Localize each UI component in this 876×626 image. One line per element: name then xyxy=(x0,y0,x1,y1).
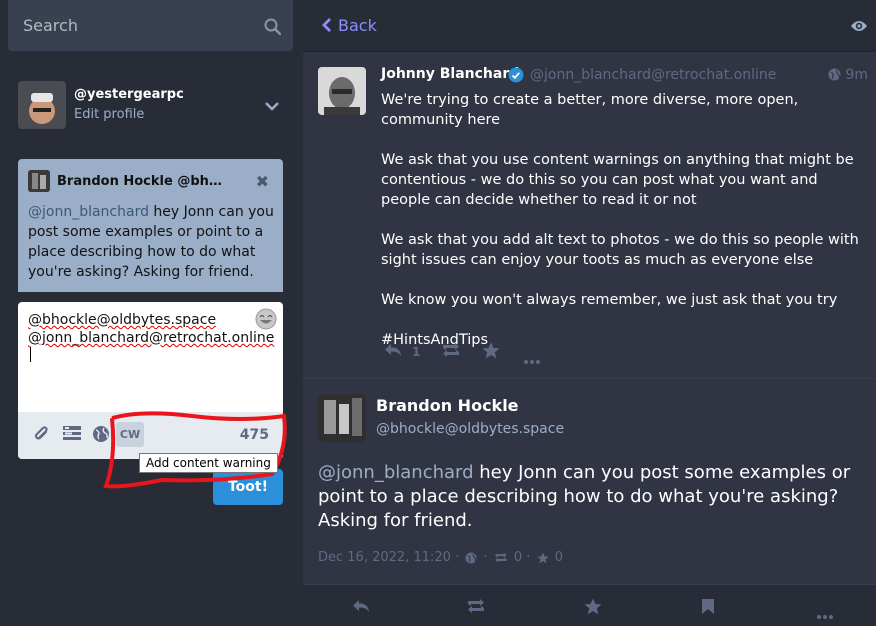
boost-icon[interactable] xyxy=(466,598,486,618)
boost-count: 0 xyxy=(513,550,523,565)
status-paragraph: We know you won't always remember, we ju… xyxy=(381,292,838,308)
avatar xyxy=(28,170,50,192)
back-label: Back xyxy=(338,16,377,35)
more-icon[interactable] xyxy=(817,604,833,623)
star-icon[interactable] xyxy=(584,598,602,619)
eye-icon[interactable] xyxy=(850,18,868,37)
status-meta: Dec 16, 2022, 11:20 · · 0 · 0 xyxy=(318,550,563,565)
boost-icon xyxy=(495,552,507,563)
status-card[interactable]: Johnny Blanchard @jonn_blanchard@retroch… xyxy=(303,52,876,379)
avatar[interactable] xyxy=(318,394,366,442)
reply-indicator: Brandon Hockle @bhockle… ✖ @jonn_blancha… xyxy=(18,159,283,292)
detailed-status: Brandon Hockle @bhockle@oldbytes.space @… xyxy=(303,379,876,584)
more-icon[interactable] xyxy=(524,349,540,368)
edit-profile-link[interactable]: Edit profile xyxy=(74,107,144,122)
emoji-picker-icon[interactable] xyxy=(255,308,277,334)
status-paragraph: We ask that you use content warnings on … xyxy=(381,152,854,208)
status-paragraph: We ask that you add alt text to photos -… xyxy=(381,232,859,268)
reply-author: Brandon Hockle @bhockle… xyxy=(57,174,227,189)
search-box[interactable] xyxy=(8,0,293,51)
search-icon[interactable] xyxy=(264,18,282,39)
status-date[interactable]: Dec 16, 2022, 11:20 xyxy=(318,550,451,565)
chevron-left-icon xyxy=(322,18,331,32)
compose-line: @jonn_blanchard@retrochat.online xyxy=(28,330,275,346)
status-content: We're trying to create a better, more di… xyxy=(381,90,871,370)
detailed-status-actions xyxy=(303,584,876,626)
mention-link[interactable]: @jonn_blanchard xyxy=(28,204,149,220)
reply-text: @jonn_blanchard hey Jonn can you post so… xyxy=(28,202,278,282)
red-annotation-outline xyxy=(103,411,287,489)
compose-textarea[interactable]: @bhockle@oldbytes.space @jonn_blanchard@… xyxy=(28,311,274,365)
display-name[interactable]: Johnny Blanchard xyxy=(381,66,519,82)
reply-icon[interactable] xyxy=(383,342,403,362)
star-icon xyxy=(536,552,549,563)
star-icon[interactable] xyxy=(482,342,500,363)
mention-link[interactable]: @jonn_blanchard xyxy=(318,462,474,483)
display-name[interactable]: Brandon Hockle xyxy=(376,396,519,415)
avatar[interactable] xyxy=(318,67,366,115)
bookmark-icon[interactable] xyxy=(701,598,715,619)
avatar[interactable] xyxy=(18,81,66,129)
compose-column: @yestergearpc Edit profile Brandon Hockl… xyxy=(0,0,303,626)
compose-line: @bhockle@oldbytes.space xyxy=(28,312,217,328)
reply-icon[interactable] xyxy=(351,598,371,618)
verified-badge-icon xyxy=(508,67,524,87)
tooltip: Add content warning xyxy=(139,453,278,473)
status-content: @jonn_blanchard hey Jonn can you post so… xyxy=(318,461,868,533)
status-paragraph: We're trying to create a better, more di… xyxy=(381,92,799,128)
favourite-count: 0 xyxy=(554,550,563,565)
account-handle: @yestergearpc xyxy=(74,87,184,102)
reply-count: 1 xyxy=(412,345,421,359)
account-header: @yestergearpc Edit profile xyxy=(18,81,288,129)
account-handle[interactable]: @jonn_blanchard@retrochat.online xyxy=(530,67,776,83)
close-icon[interactable]: ✖ xyxy=(256,172,269,191)
poll-icon[interactable] xyxy=(62,425,82,445)
search-input[interactable] xyxy=(8,0,293,51)
back-button[interactable]: Back xyxy=(322,16,377,35)
globe-icon xyxy=(465,552,477,563)
globe-icon xyxy=(828,68,841,81)
column-header: Back xyxy=(303,0,876,52)
thread-column: Back Johnny Blanchard @jonn_blanchard@re… xyxy=(303,0,876,626)
timestamp[interactable]: 9m xyxy=(828,67,868,83)
paperclip-icon[interactable] xyxy=(34,425,50,447)
chevron-down-icon[interactable] xyxy=(264,97,280,116)
time-label: 9m xyxy=(845,67,868,83)
account-handle[interactable]: @bhockle@oldbytes.space xyxy=(376,421,564,437)
boost-icon[interactable] xyxy=(441,342,461,362)
